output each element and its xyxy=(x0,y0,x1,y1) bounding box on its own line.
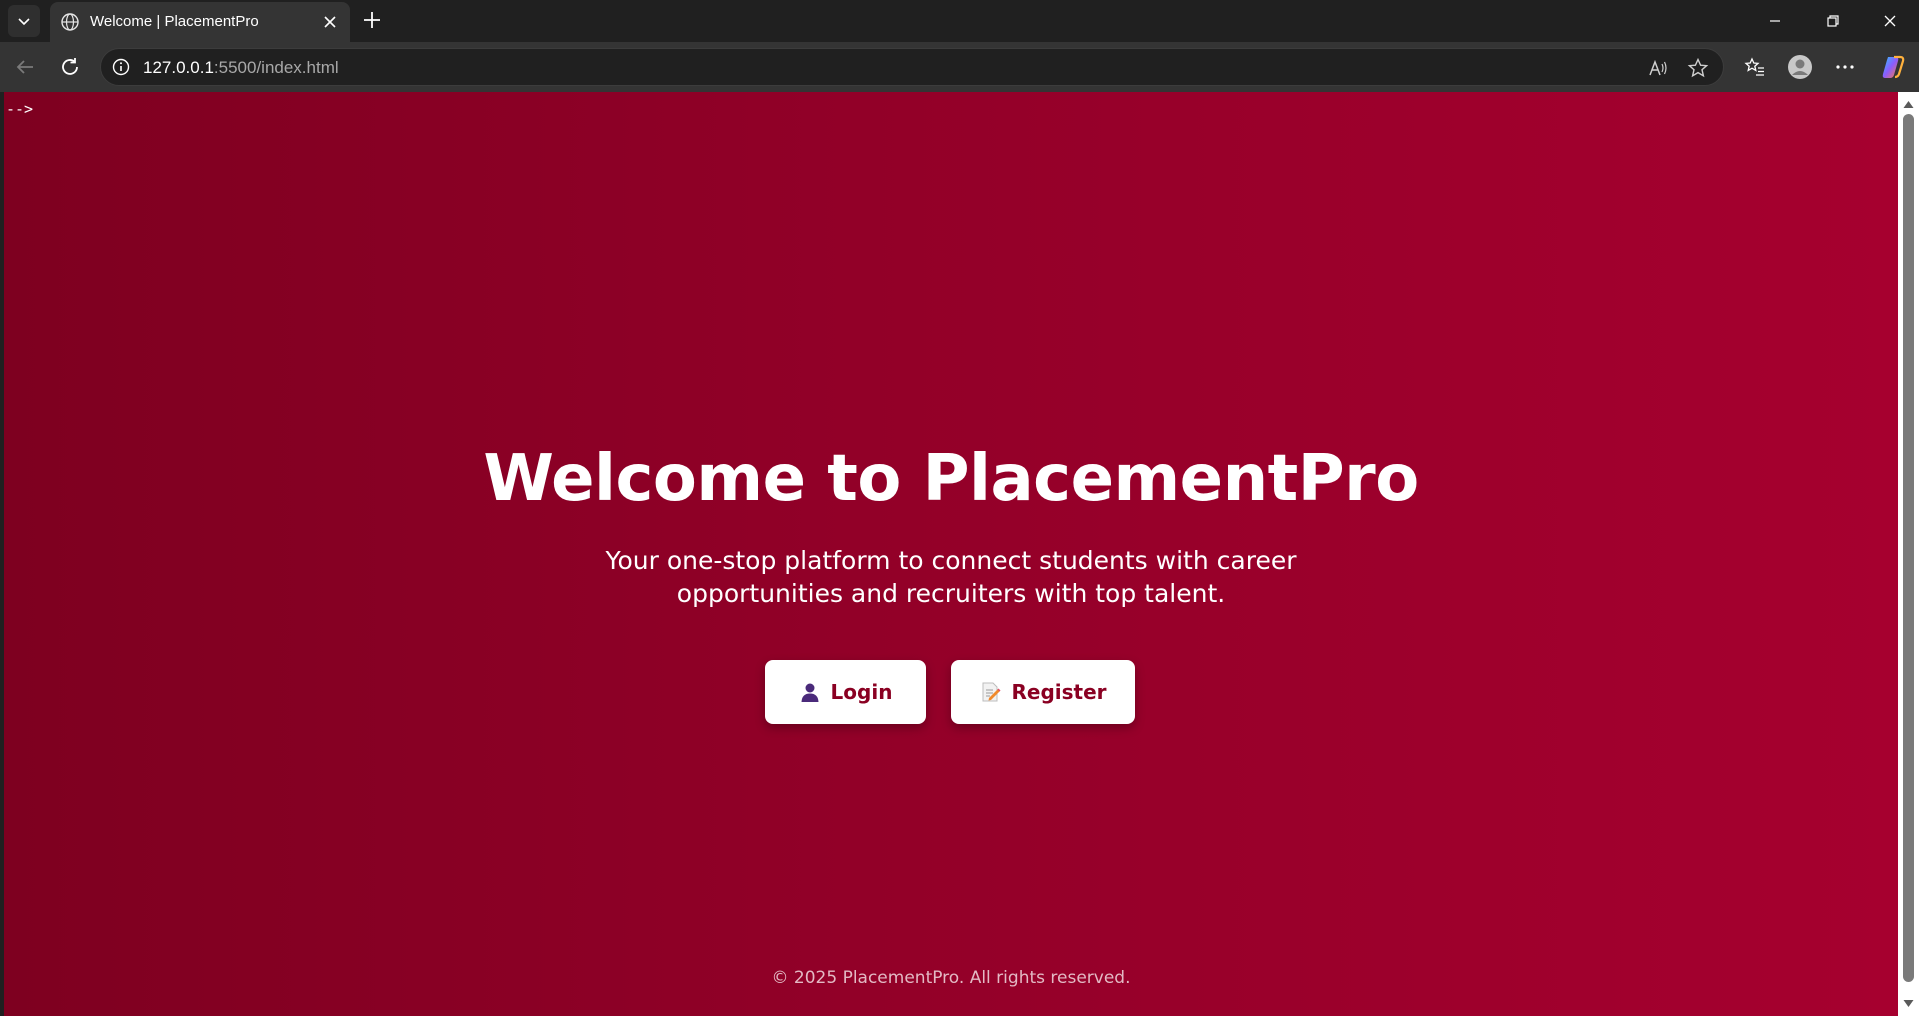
copilot-icon xyxy=(1882,55,1905,79)
favorites-icon xyxy=(1744,57,1764,76)
star-icon[interactable] xyxy=(1687,57,1709,79)
address-bar[interactable]: 127.0.0.1:5500/index.html xyxy=(100,48,1724,86)
restore-button[interactable] xyxy=(1811,6,1855,36)
scroll-down-arrow-icon[interactable] xyxy=(1902,997,1915,1010)
read-aloud-icon[interactable] xyxy=(1647,57,1669,79)
minimize-button[interactable] xyxy=(1753,6,1797,36)
minimize-icon xyxy=(1770,20,1780,22)
close-icon xyxy=(1884,15,1896,27)
scroll-up-arrow-icon[interactable] xyxy=(1902,98,1915,111)
page-viewport: --> Welcome to PlacementPro Your one-sto… xyxy=(4,92,1898,1016)
browser-tab-bar: Welcome | PlacementPro xyxy=(0,0,1919,42)
footer-copyright: © 2025 PlacementPro. All rights reserved… xyxy=(771,968,1131,988)
back-button[interactable] xyxy=(12,54,38,80)
register-button-label: Register xyxy=(1011,680,1107,704)
restore-icon xyxy=(1827,15,1839,27)
register-button[interactable]: Register xyxy=(951,660,1135,724)
browser-tab[interactable]: Welcome | PlacementPro xyxy=(50,2,350,42)
profile-icon xyxy=(1788,55,1812,79)
tab-list-button[interactable] xyxy=(8,5,40,37)
url-host: 127.0.0.1 xyxy=(143,58,214,77)
more-button[interactable] xyxy=(1832,54,1858,80)
vertical-scrollbar[interactable] xyxy=(1898,92,1919,1016)
memo-icon xyxy=(982,682,1002,702)
back-arrow-icon xyxy=(16,60,33,74)
browser-toolbar: 127.0.0.1:5500/index.html xyxy=(0,42,1919,92)
url-path: :5500/index.html xyxy=(213,58,339,77)
plus-icon[interactable] xyxy=(360,8,384,32)
login-button-label: Login xyxy=(830,680,893,704)
favorites-button[interactable] xyxy=(1742,54,1768,80)
scrollbar-thumb[interactable] xyxy=(1903,114,1914,982)
globe-icon xyxy=(61,13,79,31)
hero-title: Welcome to PlacementPro xyxy=(483,442,1419,516)
close-icon[interactable] xyxy=(320,12,340,32)
user-icon xyxy=(801,683,819,702)
refresh-button[interactable] xyxy=(57,54,83,80)
stray-comment-text: --> xyxy=(6,100,34,118)
info-icon[interactable] xyxy=(111,57,131,77)
copilot-button[interactable] xyxy=(1880,54,1906,80)
tab-title: Welcome | PlacementPro xyxy=(90,13,259,30)
more-icon xyxy=(1836,65,1854,69)
url-text: 127.0.0.1:5500/index.html xyxy=(143,58,339,78)
refresh-icon xyxy=(62,58,78,75)
hero-subtitle: Your one-stop platform to connect studen… xyxy=(605,546,1297,608)
login-button[interactable]: Login xyxy=(765,660,926,724)
profile-button[interactable] xyxy=(1787,54,1813,80)
chevron-down-icon xyxy=(18,18,30,26)
close-window-button[interactable] xyxy=(1868,6,1912,36)
